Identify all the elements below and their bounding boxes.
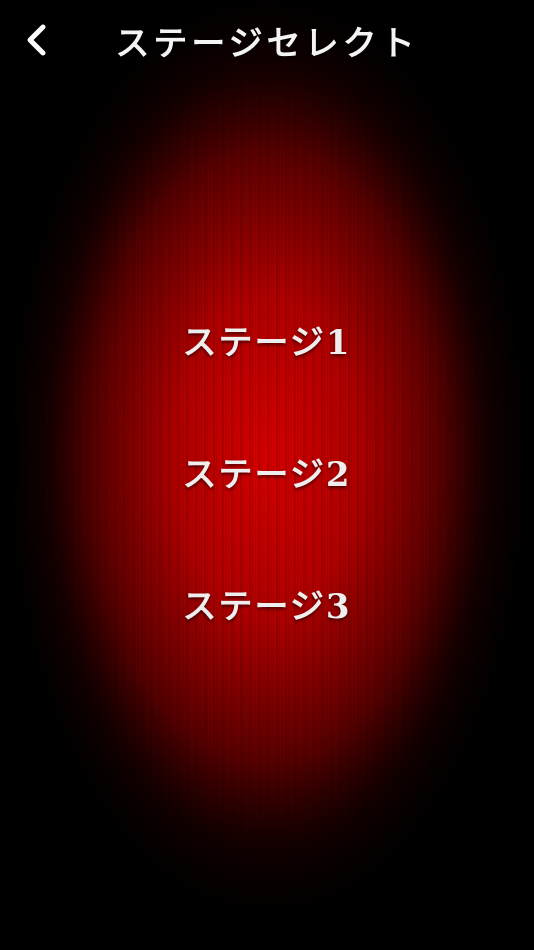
stage-3-button[interactable]: ステージ3 — [147, 574, 387, 640]
stage-list: ステージ1 ステージ2 ステージ3 — [0, 310, 534, 706]
page-title: ステージセレクト — [115, 24, 419, 64]
stage-2-button[interactable]: ステージ2 — [147, 442, 387, 508]
stage-1-button[interactable]: ステージ1 — [147, 310, 387, 376]
header: ステージセレクト — [0, 0, 534, 82]
stage-select-screen: ステージセレクト ステージ1 ステージ2 ステージ3 — [0, 0, 534, 950]
